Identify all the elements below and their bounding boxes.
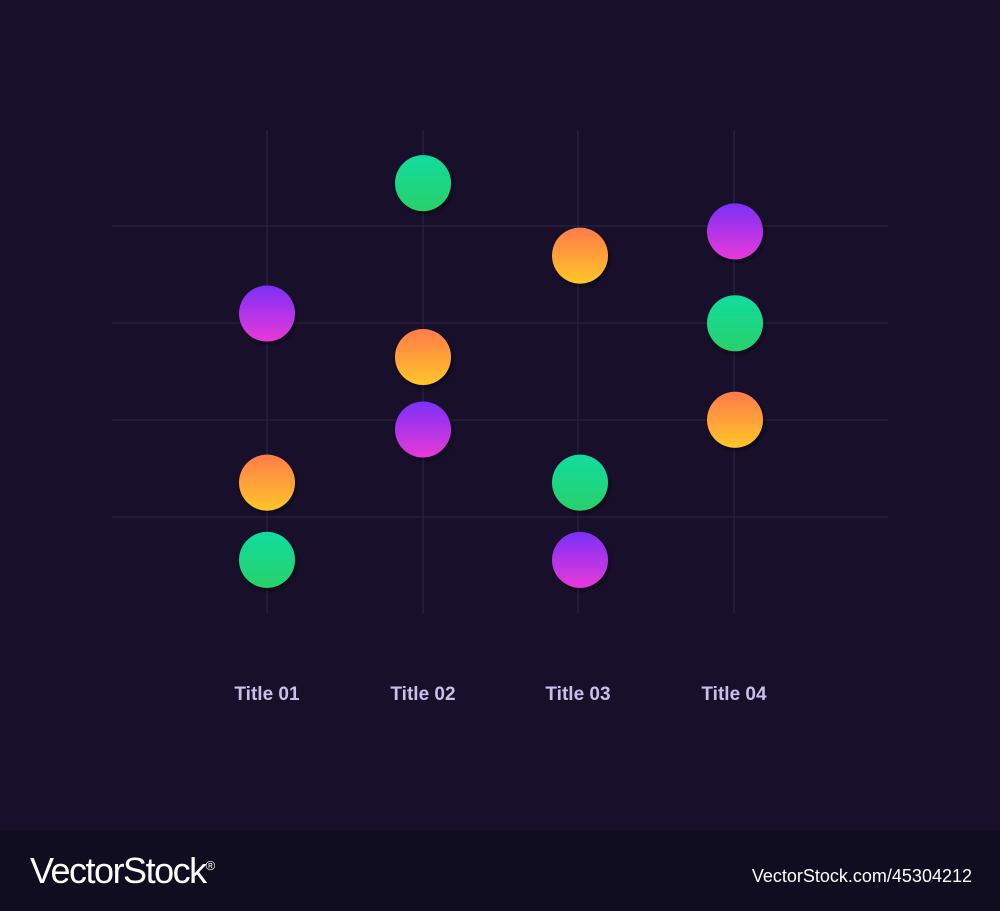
x-tick-label: Title 04	[701, 684, 767, 705]
x-tick-label: Title 01	[234, 684, 300, 705]
data-point-green	[707, 295, 763, 352]
data-point-orange	[239, 454, 295, 511]
data-point-purple	[552, 531, 608, 588]
brand-logo: VectorStock®	[30, 850, 215, 892]
x-tick-label: Title 02	[390, 684, 455, 705]
data-point-orange	[395, 329, 451, 386]
grid-lines	[112, 130, 888, 613]
data-point-green	[395, 155, 451, 212]
x-axis-labels: Title 01 Title 02 Title 03 Title 04	[234, 684, 767, 705]
footer-bar: VectorStock® VectorStock.com/45304212	[0, 830, 1000, 911]
data-point-orange	[707, 391, 763, 448]
data-point-purple	[239, 285, 295, 342]
data-point-green	[239, 531, 295, 588]
stock-id: VectorStock.com/45304212	[751, 866, 972, 886]
x-tick-label: Title 03	[545, 684, 610, 705]
data-point-green	[552, 454, 608, 511]
data-point-purple	[395, 401, 451, 458]
data-point-orange	[552, 227, 608, 284]
brand-name: VectorStock	[30, 850, 207, 891]
data-points	[239, 155, 763, 588]
registered-mark: ®	[205, 858, 216, 873]
dot-plot-chart: Title 01 Title 02 Title 03 Title 04	[112, 130, 888, 705]
data-point-purple	[707, 203, 763, 260]
